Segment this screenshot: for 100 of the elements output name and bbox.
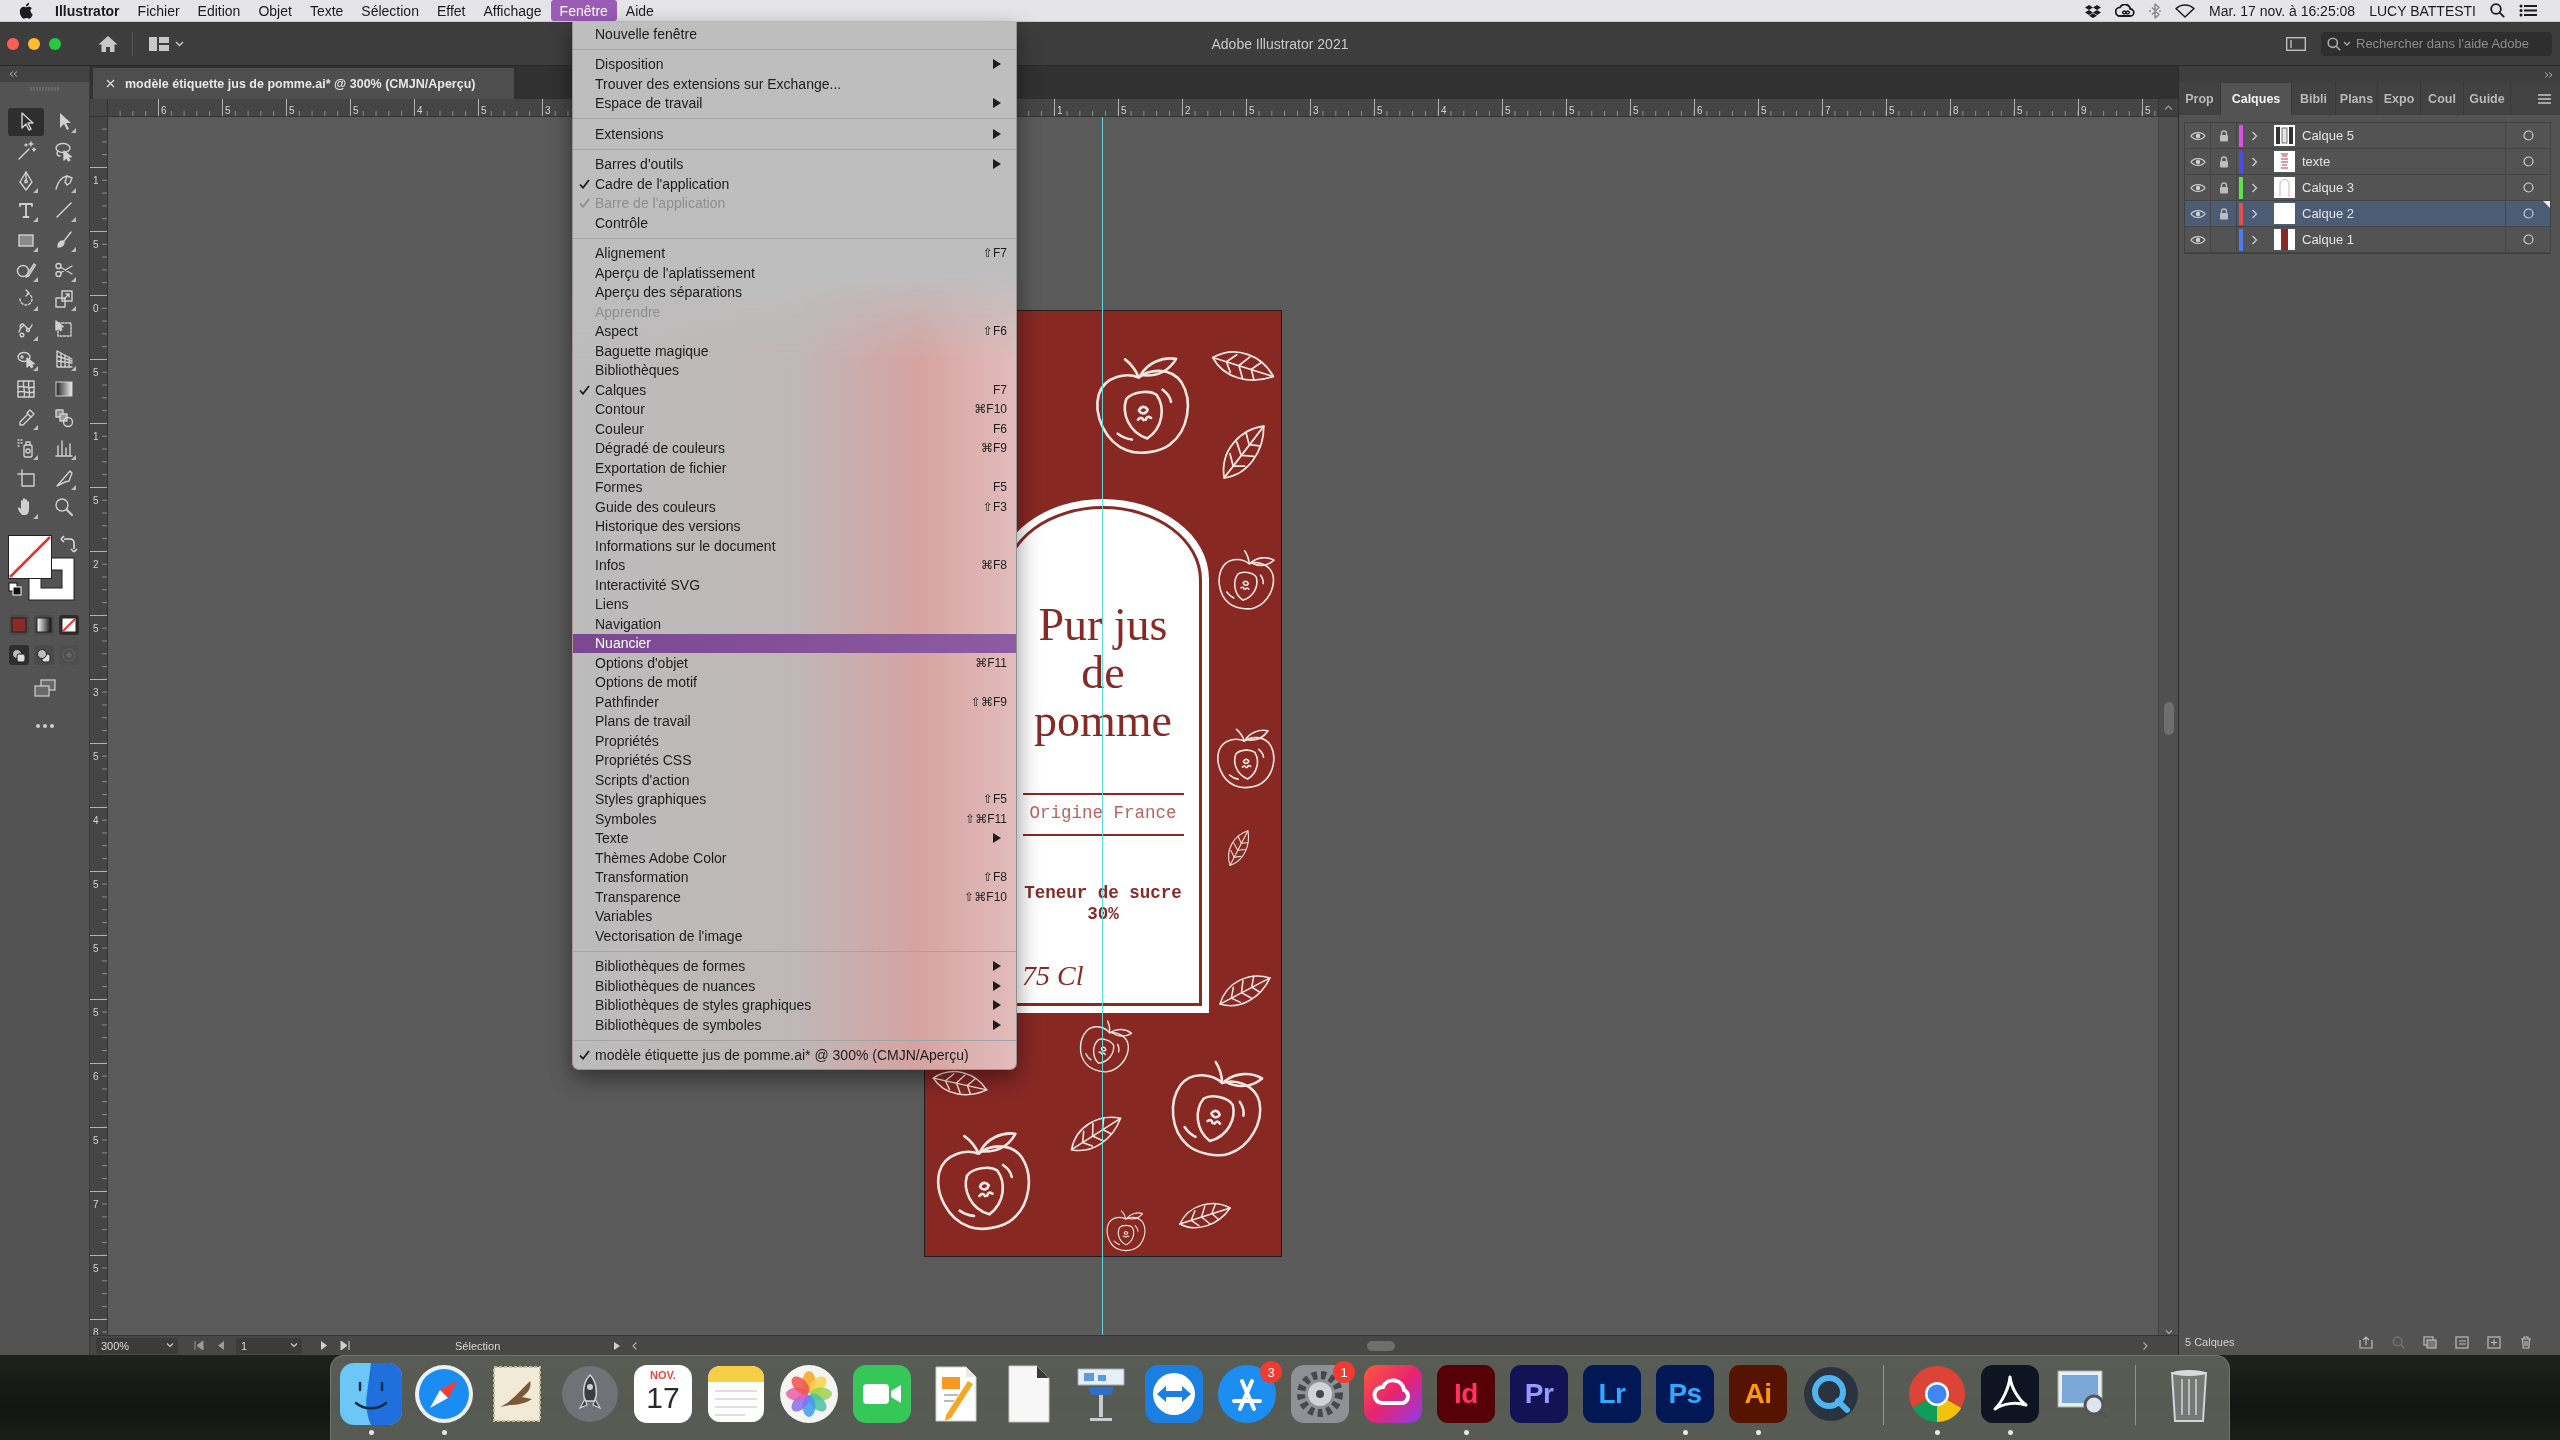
menu-item[interactable]: Navigation (573, 614, 1016, 634)
menu-item[interactable]: Infos ⌘F8 (573, 555, 1016, 575)
dock-item[interactable] (1143, 1363, 1205, 1425)
new-layer-button[interactable] (2486, 1334, 2502, 1350)
menu-item[interactable]: Transformation ⇧F8 (573, 867, 1016, 887)
menu-item[interactable]: Trouver des extensions sur Exchange... (573, 74, 1016, 94)
menu-item[interactable]: Pathfinder ⇧⌘F9 (573, 692, 1016, 712)
menu-item[interactable]: Texte (573, 828, 1016, 848)
app-tile-button[interactable]: Ai (1729, 1365, 1787, 1423)
menu-item[interactable]: Extensions (573, 124, 1016, 144)
help-search-field[interactable]: Rechercher dans l'aide Adobe (2321, 31, 2552, 56)
new-sublayer-button[interactable] (2454, 1334, 2470, 1350)
menu-item[interactable]: Aperçu de l'aplatissement (573, 263, 1016, 283)
delete-layer-button[interactable] (2518, 1334, 2534, 1350)
panel-tab[interactable]: Bibli (2292, 83, 2336, 115)
panel-toggle-button[interactable] (2285, 34, 2307, 53)
menu-item[interactable]: Options d'objet ⌘F11 (573, 653, 1016, 673)
last-artboard-button[interactable] (338, 1338, 352, 1353)
wifi-icon[interactable] (2175, 3, 2196, 18)
app-menu[interactable]: Illustrator (55, 0, 129, 21)
color-mode-button[interactable] (34, 614, 54, 635)
menu-item[interactable]: Dégradé de couleurs ⌘F9 (573, 438, 1016, 458)
panel-tab[interactable]: Plans (2336, 83, 2378, 115)
menu-item[interactable]: Calques F7 (573, 380, 1016, 400)
box-icon[interactable] (2085, 3, 2102, 18)
color-mode-button[interactable] (59, 614, 79, 635)
menu-item[interactable]: Contrôle (573, 213, 1016, 233)
calendar-button[interactable]: NOV. 17 (634, 1365, 692, 1423)
window-zoom-button[interactable] (49, 37, 61, 50)
menu-item[interactable]: Plans de travail (573, 711, 1016, 731)
menu-item[interactable]: Vectorisation de l'image (573, 926, 1016, 946)
app-tile-button[interactable]: Id (1437, 1365, 1495, 1423)
menu-title[interactable]: Fenêtre (550, 0, 617, 21)
color-mode-button[interactable] (9, 614, 29, 635)
dock-item[interactable] (705, 1363, 767, 1425)
first-artboard-button[interactable] (192, 1338, 206, 1353)
apple-logo-icon[interactable] (19, 2, 33, 19)
menu-item[interactable]: Propriétés CSS (573, 750, 1016, 770)
menu-item[interactable]: Variables (573, 906, 1016, 926)
menu-item[interactable]: Aperçu des séparations (573, 282, 1016, 302)
menu-title[interactable]: Effet (427, 0, 475, 21)
menu-item[interactable]: Aspect ⇧F6 (573, 321, 1016, 341)
expand-icon[interactable] (2544, 71, 2553, 78)
menu-item[interactable]: Barres d'outils (573, 154, 1016, 174)
document-tab[interactable]: modèle étiquette jus de pomme.ai* @ 300% (CMJN/Aperçu) (93, 68, 514, 99)
menu-item[interactable]: Styles graphiques ⇧F5 (573, 789, 1016, 809)
dock-item[interactable] (1362, 1363, 1424, 1425)
dock-item[interactable] (1906, 1363, 1968, 1425)
menu-item[interactable]: Disposition (573, 54, 1016, 74)
clipping-mask-button[interactable] (2422, 1334, 2438, 1350)
menu-item[interactable]: Interactivité SVG (573, 575, 1016, 595)
menu-item[interactable]: Cadre de l'application (573, 174, 1016, 194)
layer-row[interactable]: Calque 3 (2185, 175, 2550, 201)
menu-item[interactable]: Bibliothèques de formes (573, 956, 1016, 976)
menu-item[interactable]: Bibliothèques de symboles (573, 1015, 1016, 1035)
menu-item[interactable]: modèle étiquette jus de pomme.ai* @ 300% (CMJN/Aperçu) (573, 1045, 1016, 1065)
dock-item[interactable] (1979, 1363, 2041, 1425)
menu-item[interactable]: Liens (573, 594, 1016, 614)
dock-item[interactable] (413, 1363, 475, 1425)
menu-item[interactable]: Bibliothèques (573, 360, 1016, 380)
menu-item[interactable]: Espace de travail (573, 93, 1016, 113)
draw-mode-button[interactable] (34, 644, 54, 665)
dock-item[interactable] (851, 1363, 913, 1425)
export-button[interactable] (2358, 1334, 2374, 1350)
menu-item[interactable]: Thèmes Adobe Color (573, 848, 1016, 868)
list-icon[interactable] (2519, 4, 2537, 17)
menu-title[interactable]: Affichage (474, 0, 551, 21)
dock-item[interactable] (559, 1363, 621, 1425)
draw-mode-button[interactable] (9, 644, 29, 665)
artboard-number-field[interactable]: 1 (236, 1337, 302, 1354)
menu-item[interactable]: Informations sur le document (573, 536, 1016, 556)
tool-button[interactable] (8, 107, 44, 136)
window-close-button[interactable] (7, 37, 19, 50)
bluetooth-icon[interactable] (2149, 2, 2162, 19)
panel-tab[interactable]: Expo (2378, 83, 2421, 115)
menu-title[interactable]: Sélection (352, 0, 428, 21)
layer-row[interactable]: texte (2185, 149, 2550, 175)
menu-item[interactable]: Exportation de fichier (573, 458, 1016, 478)
tool-status-menu[interactable]: Sélection (455, 1339, 501, 1352)
menu-item[interactable]: Baguette magique (573, 341, 1016, 361)
menu-item[interactable]: Nuancier (573, 633, 1016, 653)
window-minimize-button[interactable] (28, 37, 40, 50)
dock-item[interactable] (340, 1363, 402, 1425)
app-tile-button[interactable]: Ps (1656, 1365, 1714, 1423)
zoom-field[interactable]: 300% (96, 1337, 178, 1354)
dock-item[interactable] (1289, 1363, 1351, 1425)
layer-row[interactable]: Calque 1 (2185, 227, 2550, 253)
panel-tab[interactable]: Guide (2464, 83, 2511, 115)
cloud-loops-icon[interactable] (2115, 4, 2136, 17)
panel-tab[interactable]: Coul (2421, 83, 2464, 115)
app-tile-button[interactable]: Pr (1510, 1365, 1568, 1423)
menu-title[interactable]: Objet (249, 0, 301, 21)
menu-item[interactable]: Bibliothèques de nuances (573, 976, 1016, 996)
dock-item[interactable] (1216, 1363, 1278, 1425)
scrollbar-thumb[interactable] (2163, 702, 2174, 735)
menu-title[interactable]: Aide (616, 0, 663, 21)
menu-item[interactable]: Formes F5 (573, 477, 1016, 497)
close-tab-button[interactable] (104, 77, 116, 90)
menu-item[interactable]: Nouvelle fenêtre (573, 24, 1016, 44)
menu-item[interactable]: Couleur F6 (573, 419, 1016, 439)
